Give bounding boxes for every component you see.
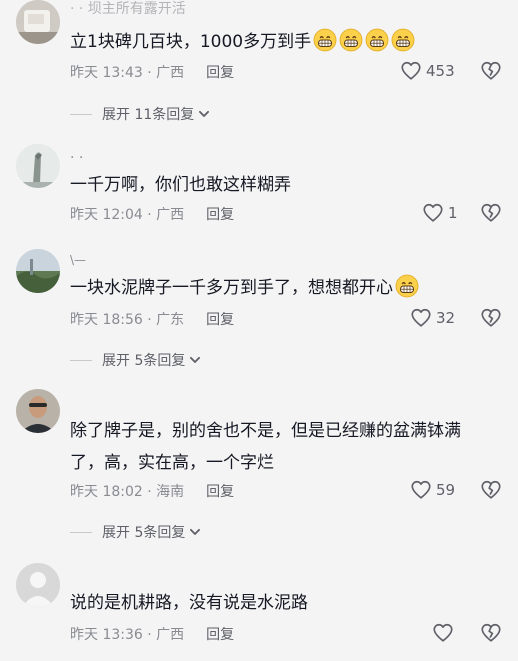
chevron-down-icon xyxy=(197,107,211,121)
comment-time: 昨天 13:36 xyxy=(70,627,143,643)
comment-meta: 昨天 18:02 · 海南 回复 xyxy=(70,484,235,500)
comment-time: 昨天 13:43 xyxy=(70,65,143,81)
reply-button[interactable]: 回复 xyxy=(206,207,234,223)
heart-outline-icon xyxy=(422,202,444,224)
avatar[interactable] xyxy=(16,249,60,293)
comment-location: 广西 xyxy=(156,627,185,643)
avatar[interactable] xyxy=(16,0,60,44)
like-count: 59 xyxy=(436,481,456,499)
reply-button[interactable]: 回复 xyxy=(206,627,234,643)
comment-location: 海南 xyxy=(156,484,185,500)
expand-replies-label: 展开 11条回复 xyxy=(102,107,195,123)
broken-heart-icon[interactable] xyxy=(480,60,502,82)
comment-text-line: 了，高，实在高，一个字烂 xyxy=(70,453,274,473)
grinning-face-emoji xyxy=(365,28,389,52)
comment-location: 广西 xyxy=(156,65,185,81)
heart-outline-icon xyxy=(400,60,422,82)
grinning-face-emoji xyxy=(395,274,419,298)
username[interactable]: · · xyxy=(70,150,83,166)
comment-meta: 昨天 18:56 · 广东 回复 xyxy=(70,312,235,328)
comment-time: 昨天 18:56 xyxy=(70,312,143,328)
comment-meta: 昨天 12:04 · 广西 回复 xyxy=(70,207,235,223)
broken-heart-icon[interactable] xyxy=(480,479,502,501)
heart-outline-icon xyxy=(410,479,432,501)
broken-heart-icon[interactable] xyxy=(480,622,502,644)
username[interactable]: \— xyxy=(70,253,86,267)
heart-outline-icon xyxy=(432,622,454,644)
comment-text-body: 立1块碑几百块，1000多万到手 xyxy=(70,32,312,52)
expand-replies-button[interactable]: 展开 5条回复 xyxy=(70,350,202,370)
comment-time: 昨天 12:04 xyxy=(70,207,143,223)
chevron-down-icon xyxy=(188,353,202,367)
grinning-face-emoji xyxy=(391,28,415,52)
broken-heart-icon[interactable] xyxy=(480,307,502,329)
heart-outline-icon xyxy=(410,307,432,329)
comment-text: 一块水泥牌子一千多万到手了，想想都开心 xyxy=(70,272,510,304)
grinning-face-emoji xyxy=(313,28,337,52)
chevron-down-icon xyxy=(188,525,202,539)
reply-button[interactable]: 回复 xyxy=(206,312,234,328)
comment-location: 广东 xyxy=(156,312,185,328)
like-button[interactable]: 32 xyxy=(410,307,455,329)
expand-replies-label: 展开 5条回复 xyxy=(102,525,186,541)
reply-button[interactable]: 回复 xyxy=(206,484,234,500)
username[interactable]: · · 坝主所有露开活 xyxy=(70,0,186,18)
expand-replies-button[interactable]: 展开 5条回复 xyxy=(70,522,202,542)
avatar[interactable] xyxy=(16,144,60,188)
like-count: 32 xyxy=(436,309,456,327)
expand-divider xyxy=(70,531,92,533)
avatar[interactable] xyxy=(16,389,60,433)
broken-heart-icon[interactable] xyxy=(480,202,502,224)
grinning-face-emoji xyxy=(339,28,363,52)
like-button[interactable]: 453 xyxy=(400,60,455,82)
comment-text: 说的是机耕路，没有说是水泥路 xyxy=(70,593,308,613)
comment-text: 一千万啊，你们也敢这样糊弄 xyxy=(70,175,291,195)
comment-meta: 昨天 13:43 · 广西 回复 xyxy=(70,65,235,81)
like-button[interactable]: 1 xyxy=(422,202,458,224)
like-count: 1 xyxy=(448,204,458,222)
like-button[interactable]: 59 xyxy=(410,479,455,501)
comment-meta: 昨天 13:36 · 广西 回复 xyxy=(70,627,235,643)
like-count: 453 xyxy=(426,62,455,80)
comment-text: 立1块碑几百块，1000多万到手 xyxy=(70,26,510,58)
expand-divider xyxy=(70,359,92,361)
comment-text-line: 除了牌子是，别的舍也不是，但是已经赚的盆满钵满 xyxy=(70,421,461,441)
avatar[interactable] xyxy=(16,563,60,607)
reply-button[interactable]: 回复 xyxy=(206,65,234,81)
expand-divider xyxy=(70,113,92,115)
comment-location: 广西 xyxy=(156,207,185,223)
expand-replies-button[interactable]: 展开 11条回复 xyxy=(70,104,211,124)
comment-text-body: 一块水泥牌子一千多万到手了，想想都开心 xyxy=(70,278,393,298)
like-button[interactable] xyxy=(432,622,454,644)
comment-text: 除了牌子是，别的舍也不是，但是已经赚的盆满钵满 了，高，实在高，一个字烂 xyxy=(70,415,510,479)
expand-replies-label: 展开 5条回复 xyxy=(102,353,186,369)
comment-time: 昨天 18:02 xyxy=(70,484,143,500)
